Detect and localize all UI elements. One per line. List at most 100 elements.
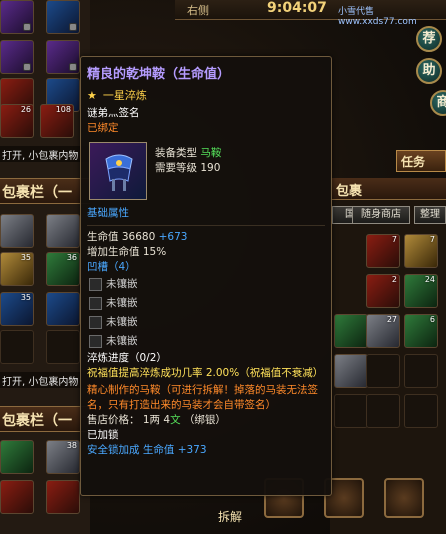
inventory-slot[interactable]: 7 — [366, 234, 400, 268]
lock-bonus-stat: 生命值 — [142, 444, 175, 456]
inventory-slot[interactable]: 6 — [404, 314, 438, 348]
hp-bonus: +673 — [158, 231, 188, 243]
inventory-slot[interactable]: 24 — [404, 274, 438, 308]
inventory-slot[interactable] — [46, 480, 80, 514]
divider — [87, 225, 325, 226]
hp-pct: 增加生命值 15% — [87, 246, 167, 258]
price-liang: 1 — [142, 414, 150, 426]
inventory-slot[interactable]: 2 — [366, 274, 400, 308]
socket-title: 凹槽（4） — [87, 261, 136, 273]
socket-label: 未镶嵌 — [106, 316, 138, 328]
equip-type-row: 装备类型 马鞍 — [155, 146, 221, 161]
refine-level: 一星淬炼 — [102, 89, 147, 102]
price-label: 售店价格： — [87, 414, 140, 426]
bag-header[interactable]: 包裹栏（一 — [0, 178, 90, 204]
inventory-slot[interactable] — [334, 354, 368, 388]
item-title: 精良的乾坤鞍（生命值） — [87, 67, 231, 82]
equip-type-value: 马鞍 — [200, 147, 222, 159]
inventory-slot[interactable] — [404, 394, 438, 428]
socket-icon — [89, 297, 102, 310]
inventory-slot[interactable] — [334, 314, 368, 348]
game-screen: 26 108 打开, 小包裹内物 包裹栏（一 35 36 35 打开, 小包裹内… — [0, 0, 446, 534]
inventory-slot[interactable]: 35 — [0, 252, 34, 286]
inventory-slot[interactable]: 35 — [0, 292, 34, 326]
dismantle-label[interactable]: 拆解 — [218, 508, 242, 525]
inventory-slot[interactable] — [366, 394, 400, 428]
socket-row: 未镶嵌 — [87, 332, 325, 351]
inventory-slot[interactable] — [334, 394, 368, 428]
hp-row: 生命值 36680 +673 — [87, 230, 325, 245]
inventory-slot[interactable] — [366, 354, 400, 388]
item-count: 38 — [66, 441, 77, 450]
socket-icon — [89, 278, 102, 291]
inventory-slot[interactable] — [46, 0, 80, 34]
base-attr-title: 基础属性 — [87, 207, 129, 219]
item-count: 35 — [20, 293, 31, 302]
item-count: 7 — [429, 235, 435, 244]
refine-progress: 淬炼进度（0/2） — [87, 352, 167, 364]
inventory-slot[interactable] — [0, 40, 34, 74]
inventory-slot[interactable]: 26 — [0, 104, 34, 138]
inventory-slot[interactable] — [0, 0, 34, 34]
socket-label: 未镶嵌 — [106, 278, 138, 290]
help-button[interactable]: 助 — [416, 58, 442, 84]
tab-sort[interactable]: 整理 — [414, 206, 446, 224]
socket-row: 未镶嵌 — [87, 294, 325, 313]
task-button[interactable]: 任务 — [396, 150, 446, 172]
item-count: 6 — [429, 315, 435, 324]
lock-bonus-row: 安全锁加成 生命值 +373 — [87, 443, 325, 458]
inventory-slot[interactable] — [0, 440, 34, 474]
price-liang-unit: 两 — [149, 414, 161, 426]
item-count: 27 — [386, 315, 397, 324]
inventory-slot[interactable] — [0, 214, 34, 248]
price-bound: （绑银） — [183, 414, 226, 426]
watermark: 小雪代售www.xxds77.com — [338, 7, 417, 27]
item-count: 7 — [391, 235, 397, 244]
socket-label: 未镶嵌 — [106, 335, 138, 347]
tab-portable-shop[interactable]: 随身商店 — [352, 206, 410, 224]
lock-icon — [23, 63, 31, 71]
socket-icon — [89, 335, 102, 348]
inventory-slot[interactable] — [46, 40, 80, 74]
req-level-label: 需要等级 — [155, 162, 197, 174]
shop-button[interactable]: 商 — [430, 90, 446, 116]
item-count: 24 — [424, 275, 435, 284]
bag-header[interactable]: 包裹栏（一 — [0, 406, 90, 432]
socket-label: 未镶嵌 — [106, 297, 138, 309]
price-row: 售店价格： 1两 4文 （绑银） — [87, 413, 325, 428]
equip-type-label: 装备类型 — [155, 147, 197, 159]
bag-hint-text: 打开, 小包裹内物 — [0, 146, 90, 162]
item-icon-row: 装备类型 马鞍 需要等级 190 — [89, 142, 325, 200]
inventory-slot[interactable] — [46, 292, 80, 326]
item-count: 2 — [391, 275, 397, 284]
recommend-button[interactable]: 荐 — [416, 26, 442, 52]
saddle-graphic — [105, 154, 133, 191]
left-inventory-panel: 26 108 打开, 小包裹内物 包裹栏（一 35 36 35 打开, 小包裹内… — [0, 0, 90, 534]
inventory-slot[interactable]: 108 — [40, 104, 74, 138]
socket-row: 未镶嵌 — [87, 313, 325, 332]
inventory-slot[interactable]: 38 — [46, 440, 80, 474]
bag-button[interactable] — [384, 478, 424, 518]
item-description: 精心制作的马鞍（可进行拆解！掉落的马装无法签名，只有打造出来的马装才会自带签名） — [87, 384, 318, 411]
item-requirements: 装备类型 马鞍 需要等级 190 — [155, 142, 221, 200]
map-name: 右侧 — [187, 4, 209, 17]
star-icon: ★ — [87, 88, 97, 102]
inventory-slot[interactable] — [46, 214, 80, 248]
lock-icon — [23, 23, 31, 31]
bound-status: 已绑定 — [87, 122, 119, 134]
price-wen-unit: 文 — [170, 414, 181, 426]
inventory-slot[interactable] — [46, 330, 80, 364]
locked-status: 已加锁 — [87, 429, 119, 441]
inventory-slot[interactable] — [0, 330, 34, 364]
req-level-row: 需要等级 190 — [155, 161, 221, 176]
inventory-slot[interactable]: 7 — [404, 234, 438, 268]
inventory-slot[interactable]: 27 — [366, 314, 400, 348]
inventory-slot[interactable] — [404, 354, 438, 388]
socket-row: 未镶嵌 — [87, 275, 325, 294]
hp-label: 生命值 — [87, 231, 119, 243]
inventory-slot[interactable]: 36 — [46, 252, 80, 286]
top-status-bar: 右侧 9:04:07 小雪代售www.xxds77.com — [175, 0, 446, 27]
bag-hint-text: 打开, 小包裹内物 — [0, 372, 90, 388]
inventory-slot[interactable] — [0, 480, 34, 514]
item-count: 35 — [20, 253, 31, 262]
